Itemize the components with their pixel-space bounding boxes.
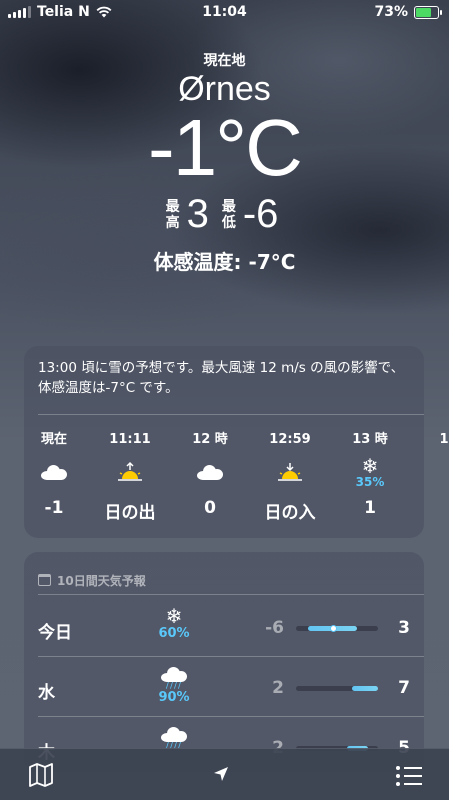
hour-item: 13 時 ❄ 35% 1 [352, 432, 388, 518]
location-button[interactable] [212, 765, 230, 787]
precip-chance: 90% [158, 690, 190, 705]
hourly-strip[interactable]: 現在 -1 11:11 日の出 12 時 0 12:59 日の入 13 時 ❄ … [24, 430, 449, 530]
ten-day-forecast-card[interactable]: 10日間天気予報 今日 ❄ 60% -6 3 水 //// 90% 2 7 //… [24, 552, 424, 772]
day-label: 水 [38, 683, 55, 703]
low-tag: 最低 [221, 198, 236, 231]
divider [38, 414, 424, 415]
calendar-icon [38, 574, 51, 586]
snowflake-icon: ❄ [165, 604, 183, 628]
hour-item-partial: 1 [439, 432, 449, 447]
forecast-header: 10日間天気予報 [24, 552, 424, 594]
list-icon [396, 766, 422, 786]
high-temp: 7 [398, 678, 410, 698]
cloud-icon [41, 464, 67, 480]
forecast-row[interactable]: 今日 ❄ 60% -6 3 [24, 598, 424, 658]
hour-item: 12:59 日の入 [264, 432, 316, 523]
location-arrow-icon [214, 767, 228, 781]
snowflake-icon: ❄ [361, 454, 379, 478]
battery-icon [414, 5, 442, 19]
rain-cloud-icon: //// [144, 666, 204, 691]
cloud-icon [197, 464, 223, 480]
hour-item: 現在 -1 [40, 432, 67, 518]
temp-range-bar [296, 686, 378, 691]
high-low: 最高 3 最低 -6 [0, 192, 449, 237]
temp-range-bar [296, 625, 378, 632]
location-label: 現在地 [203, 53, 246, 69]
high-temperature: 3 [186, 192, 209, 236]
low-temp: 2 [272, 678, 284, 698]
bottom-toolbar [0, 748, 449, 800]
divider [38, 716, 424, 717]
rain-cloud-icon: //// [144, 726, 204, 751]
divider [38, 656, 424, 657]
high-temp: 3 [398, 618, 410, 638]
day-label: 今日 [38, 623, 72, 643]
current-temperature: -1°C [148, 103, 303, 192]
list-button[interactable] [395, 765, 423, 791]
status-bar: Telia N 11:04 73% [0, 0, 449, 26]
precip-chance: 35% [355, 475, 385, 489]
hour-item: 12 時 0 [192, 432, 228, 518]
forecast-row[interactable]: 水 //// 90% 2 7 [24, 658, 424, 718]
map-button[interactable] [28, 763, 54, 791]
high-tag: 最高 [165, 198, 180, 231]
hourly-forecast-card[interactable]: 13:00 頃に雪の予想です。最大風速 12 m/s の風の影響で、体感温度は-… [24, 346, 449, 538]
battery-percent: 73% [374, 4, 408, 20]
precip-chance: 60% [158, 626, 190, 641]
divider [38, 594, 424, 595]
sunset-icon [278, 463, 302, 481]
forecast-title: 10日間天気予報 [57, 573, 146, 588]
hour-item: 11:11 日の出 [104, 432, 156, 523]
low-temp: -6 [265, 618, 284, 638]
sunrise-icon [118, 461, 142, 481]
feels-like: 体感温度: -7°C [153, 250, 296, 274]
weather-summary: 13:00 頃に雪の予想です。最大風速 12 m/s の風の影響で、体感温度は-… [38, 360, 405, 396]
map-icon [29, 763, 53, 787]
low-temperature: -6 [242, 192, 279, 236]
current-temp-dot [329, 625, 337, 632]
